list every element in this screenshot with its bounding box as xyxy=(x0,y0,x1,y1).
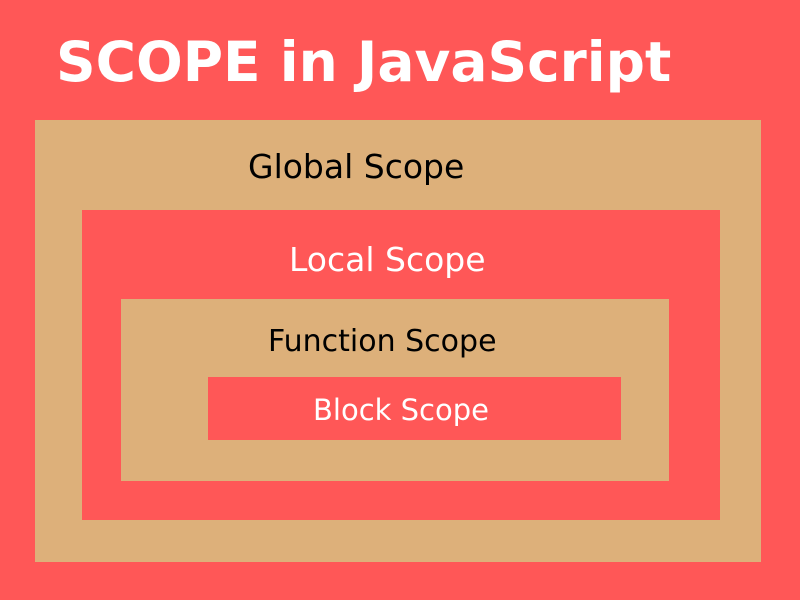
scope-diagram: SCOPE in JavaScript Global Scope Local S… xyxy=(0,0,800,600)
local-scope-label: Local Scope xyxy=(289,240,486,279)
function-scope-label: Function Scope xyxy=(268,324,497,359)
global-scope-label: Global Scope xyxy=(248,147,465,186)
diagram-title: SCOPE in JavaScript xyxy=(56,30,672,94)
block-scope-label: Block Scope xyxy=(313,393,489,427)
